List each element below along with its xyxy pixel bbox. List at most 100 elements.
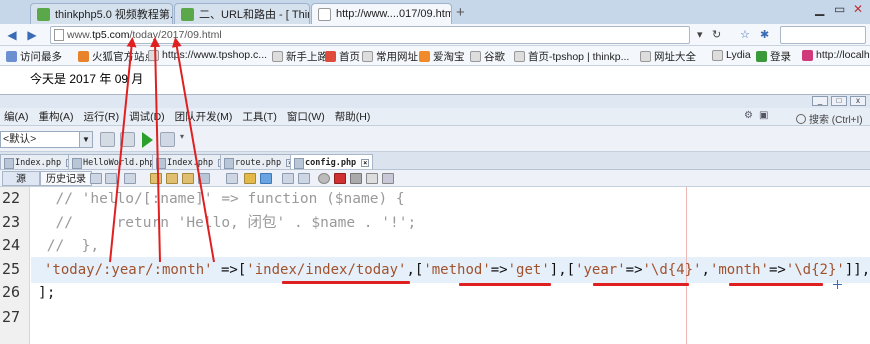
line-number: 22 — [2, 189, 21, 207]
ide-minimize-icon[interactable]: _ — [812, 96, 828, 106]
play-macro-icon[interactable] — [350, 173, 362, 184]
browser-tab-1[interactable]: thinkphp5.0 视频教程第... × — [30, 3, 173, 24]
url-domain: tp5.com — [92, 29, 130, 41]
page-body-text: 今天是 2017 年 09 月 — [30, 72, 144, 86]
file-tab[interactable]: route.php× — [220, 154, 299, 169]
uncomment-icon[interactable] — [382, 173, 394, 184]
menu-item-edit[interactable]: 编(A) — [4, 109, 29, 124]
find-icon[interactable] — [150, 173, 162, 184]
bookmark-item[interactable]: https://www.tpshop.c... — [148, 49, 267, 61]
bookmark-label: 火狐官方站点 — [92, 51, 155, 63]
ide-mini-toolbar: ⚙ ▣ — [744, 110, 768, 121]
back-icon[interactable] — [90, 173, 102, 184]
extension-icon[interactable]: ✱ — [760, 28, 769, 41]
code-token: => — [625, 262, 643, 278]
bookmark-next-icon[interactable] — [244, 173, 256, 184]
back-arrow-icon[interactable]: ◀ — [4, 27, 20, 43]
bookmark-prev-icon[interactable] — [226, 173, 238, 184]
bookmark-label: Lydia — [726, 49, 751, 61]
bookmark-item[interactable]: 登录 — [756, 49, 791, 64]
gear-icon[interactable]: ⚙ — [744, 110, 753, 121]
minimize-icon[interactable]: ▁ — [815, 2, 824, 16]
shift-right-icon[interactable] — [298, 173, 310, 184]
find-next-icon[interactable] — [182, 173, 194, 184]
maximize-icon[interactable]: ▭ — [834, 2, 845, 16]
star-icon[interactable]: ☆ — [740, 28, 750, 41]
close-window-icon[interactable]: ✕ — [853, 2, 863, 16]
bookmark-item[interactable]: http://localhost.ima... — [802, 49, 870, 61]
comment-icon[interactable] — [366, 173, 378, 184]
firefox-icon — [78, 51, 89, 62]
shift-left-icon[interactable] — [282, 173, 294, 184]
browser-tab-label: 二、URL和路由 - [ ThinkP... — [199, 9, 309, 21]
bookmark-item[interactable]: 爱淘宝 — [419, 49, 465, 64]
code-line-26: ]; — [38, 285, 56, 301]
find-prev-icon[interactable] — [166, 173, 178, 184]
code-token: => — [768, 262, 786, 278]
url-input[interactable]: www.tp5.com/today/2017/09.html — [50, 26, 690, 44]
bookmark-item[interactable]: 首页 — [325, 49, 360, 64]
menu-item-tools[interactable]: 工具(T) — [242, 109, 276, 124]
file-tab[interactable]: Index.php× — [152, 154, 231, 169]
bookmark-item[interactable]: 火狐官方站点 — [78, 49, 155, 64]
file-tab-label: Index.php — [167, 157, 214, 168]
forward-icon[interactable] — [105, 173, 117, 184]
bookmark-label: 常用网址 — [376, 51, 418, 63]
build-icon[interactable] — [100, 132, 115, 147]
file-tab[interactable]: Index.php× — [0, 154, 79, 169]
site-icon — [802, 49, 813, 61]
tab-source[interactable]: 源 — [2, 171, 40, 186]
browser-tab-label: http://www....017/09.html — [336, 8, 452, 20]
bookmark-item[interactable]: Lydia — [712, 49, 751, 61]
new-tab-button[interactable]: + — [456, 4, 465, 21]
address-toolbar: ◀ ▶ www.tp5.com/today/2017/09.html ▾ ↻ ☆… — [0, 24, 870, 46]
forward-arrow-icon[interactable]: ▶ — [24, 27, 40, 43]
menu-item-window[interactable]: 窗口(W) — [287, 109, 325, 124]
pattern-month-value: '\d{2}' — [785, 262, 845, 278]
browser-tab-3[interactable]: http://www....017/09.html × — [311, 3, 452, 24]
bookmark-item[interactable]: 网址大全 — [640, 49, 696, 64]
debug-icon[interactable] — [160, 132, 175, 147]
menu-item-debug[interactable]: 调试(D) — [129, 109, 165, 124]
chevron-down-icon[interactable]: ▼ — [79, 132, 92, 147]
menu-item-refactor[interactable]: 重构(A) — [39, 109, 74, 124]
browser-tab-2[interactable]: 二、URL和路由 - [ ThinkP... × — [174, 3, 310, 24]
site-icon — [756, 51, 767, 62]
reload-icon[interactable]: ↻ — [712, 28, 721, 41]
ide-search-placeholder: 搜索 (Ctrl+I) — [809, 115, 863, 126]
ide-maximize-icon[interactable]: □ — [831, 96, 847, 106]
dropdown-icon[interactable]: ▾ — [697, 28, 703, 41]
bookmark-item[interactable]: 常用网址 — [362, 49, 418, 64]
file-tab-active[interactable]: config.php × — [290, 154, 374, 169]
chevron-down-icon[interactable]: ▾ — [180, 132, 188, 147]
menu-item-run[interactable]: 运行(R) — [84, 109, 120, 124]
route-target: 'index/index/today' — [246, 262, 407, 278]
menu-item-team[interactable]: 团队开发(M) — [175, 109, 233, 124]
close-icon[interactable]: × — [361, 158, 370, 167]
ide-close-icon[interactable]: x — [850, 96, 866, 106]
bookmark-item[interactable]: 谷歌 — [470, 49, 505, 64]
bookmark-item[interactable]: 新手上路 — [272, 49, 328, 64]
line-number: 24 — [2, 236, 21, 254]
toggle-icon[interactable] — [124, 173, 136, 184]
record-icon[interactable] — [318, 173, 330, 184]
code-editor[interactable]: 22 23 24 25 26 27 // 'hello/[:name]' => … — [0, 187, 870, 344]
ide-search-field[interactable]: 搜索 (Ctrl+I) — [796, 111, 863, 126]
site-icon — [419, 51, 430, 62]
tab-history[interactable]: 历史记录 — [40, 171, 92, 186]
bookmark-item[interactable]: 访问最多 — [6, 49, 62, 64]
bookmark-toggle-icon[interactable] — [260, 173, 272, 184]
run-icon[interactable] — [142, 132, 153, 148]
ide-window-controls: _ □ x — [812, 96, 866, 106]
search-icon — [796, 113, 806, 124]
highlight-icon[interactable] — [198, 173, 210, 184]
code-token: ]], — [844, 262, 870, 278]
layout-icon[interactable]: ▣ — [759, 110, 768, 121]
browser-search-input[interactable] — [780, 26, 866, 44]
menu-item-help[interactable]: 帮助(H) — [335, 109, 371, 124]
site-favicon-icon — [181, 7, 194, 21]
clean-build-icon[interactable] — [120, 132, 135, 147]
bookmark-item[interactable]: 首页-tpshop | thinkp... — [514, 49, 629, 64]
stop-icon[interactable] — [334, 173, 346, 184]
config-combo[interactable]: <默认> ▼ — [0, 131, 93, 148]
